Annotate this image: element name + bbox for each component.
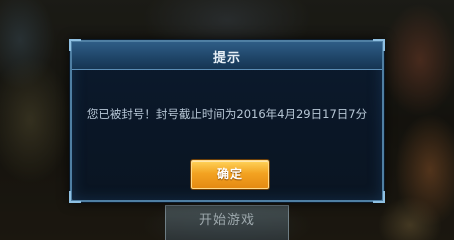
dialog-corner-ornament (373, 191, 385, 203)
dialog-title: 提示 (212, 51, 241, 66)
alert-dialog: 提示 您已被封号！封号截止时间为2016年4月29日17日7分 确定 (69, 39, 385, 203)
dialog-header: 提示 (72, 42, 382, 70)
dialog-corner-ornament (69, 191, 81, 203)
ban-message: 您已被封号！封号截止时间为2016年4月29日17日7分 (86, 107, 368, 121)
start-game-button[interactable]: 开始游戏 (165, 205, 289, 240)
confirm-button[interactable]: 确定 (191, 160, 269, 189)
